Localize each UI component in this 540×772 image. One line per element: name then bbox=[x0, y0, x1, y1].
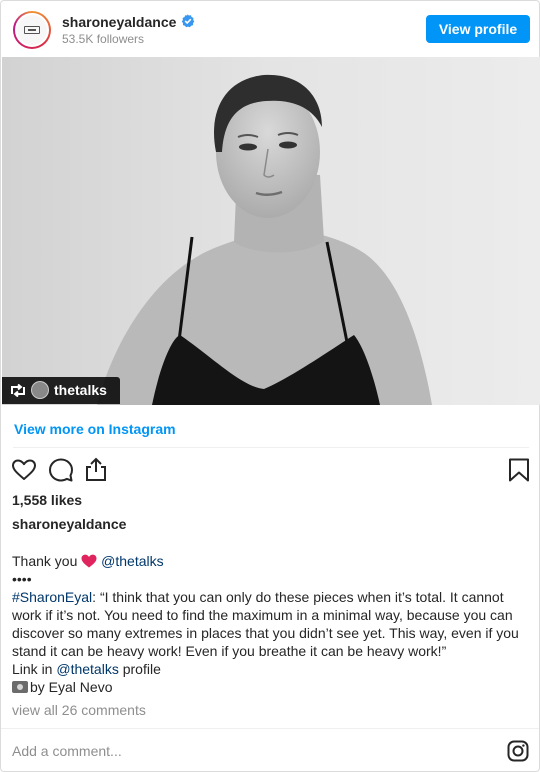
caption-link-line: Link in @thetalks profile bbox=[12, 660, 532, 678]
red-heart-icon bbox=[81, 554, 97, 568]
repost-avatar bbox=[31, 381, 49, 399]
follower-count: 53.5K followers bbox=[62, 32, 145, 46]
caption-username[interactable]: sharoneyaldance bbox=[12, 516, 126, 532]
divider bbox=[13, 447, 529, 448]
caption-credit-line: by Eyal Nevo bbox=[12, 678, 532, 696]
avatar-image bbox=[17, 15, 47, 45]
mention-link[interactable]: @thetalks bbox=[56, 661, 118, 677]
share-icon[interactable] bbox=[83, 456, 109, 482]
like-heart-icon[interactable] bbox=[11, 457, 37, 483]
avatar-frame bbox=[15, 13, 49, 47]
profile-username[interactable]: sharoneyaldance bbox=[62, 14, 176, 30]
link-in-text: Link in bbox=[12, 661, 53, 677]
caption-quote: #SharonEyal: “I think that you can only … bbox=[12, 588, 532, 660]
add-comment-input[interactable]: Add a comment... bbox=[12, 743, 122, 759]
instagram-logo-icon[interactable] bbox=[507, 740, 529, 762]
thank-you-text: Thank you bbox=[12, 553, 78, 569]
profile-text: profile bbox=[122, 661, 161, 677]
photo-credit: by Eyal Nevo bbox=[30, 679, 113, 695]
view-more-link[interactable]: View more on Instagram bbox=[14, 421, 176, 437]
mention-link[interactable]: @thetalks bbox=[101, 553, 163, 569]
repost-tag[interactable]: thetalks bbox=[2, 377, 120, 404]
divider bbox=[1, 728, 539, 729]
portrait-image bbox=[2, 57, 540, 405]
caption-dots: •••• bbox=[12, 571, 32, 587]
camera-icon bbox=[12, 681, 28, 693]
profile-avatar[interactable] bbox=[13, 11, 51, 49]
view-comments-link[interactable]: view all 26 comments bbox=[12, 702, 146, 718]
post-header: sharoneyaldance 53.5K followers View pro… bbox=[1, 1, 539, 57]
post-photo[interactable]: thetalks bbox=[2, 57, 540, 405]
instagram-embed-card: sharoneyaldance 53.5K followers View pro… bbox=[0, 0, 540, 772]
hashtag-link[interactable]: #SharonEyal bbox=[12, 589, 92, 605]
like-count[interactable]: 1,558 likes bbox=[12, 492, 82, 508]
verified-badge-icon bbox=[181, 14, 195, 28]
repost-icon bbox=[11, 384, 25, 397]
repost-username: thetalks bbox=[54, 382, 107, 398]
bookmark-icon[interactable] bbox=[506, 457, 532, 483]
post-caption: Thank you @thetalks •••• #SharonEyal: “I… bbox=[12, 552, 532, 696]
view-profile-button[interactable]: View profile bbox=[426, 15, 530, 43]
caption-line-thanks: Thank you @thetalks bbox=[12, 552, 532, 570]
comment-bubble-icon[interactable] bbox=[48, 457, 74, 483]
brand-logo-icon bbox=[24, 26, 40, 34]
